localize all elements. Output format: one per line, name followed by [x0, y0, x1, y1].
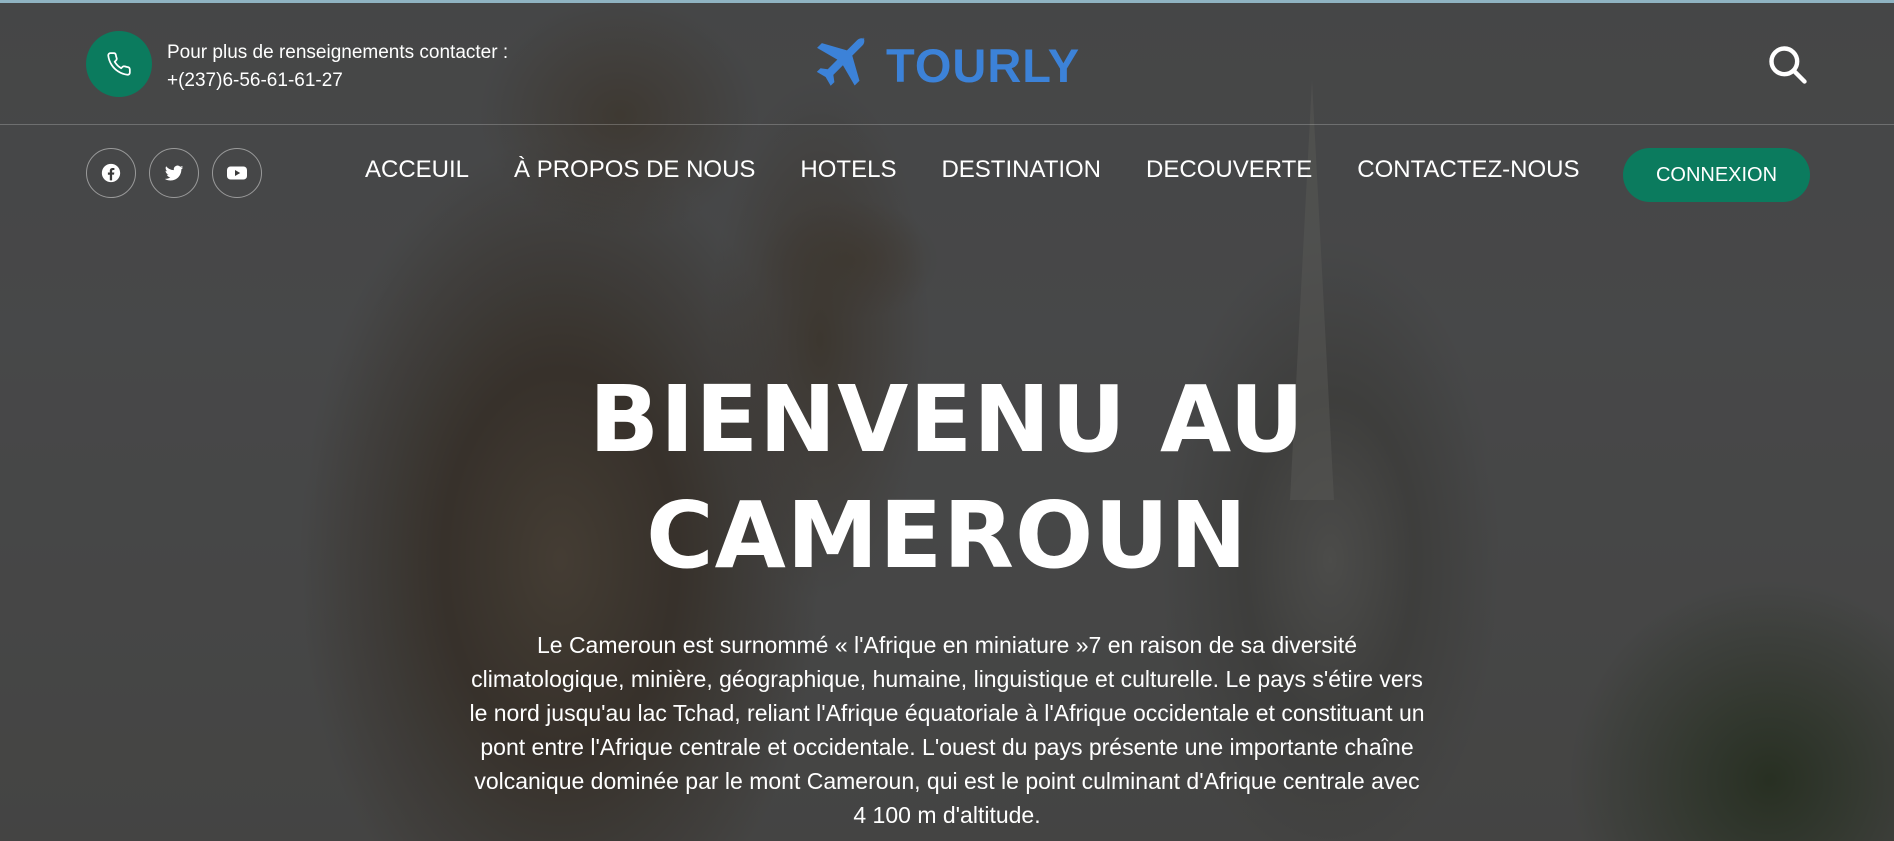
- phone-icon: [107, 52, 131, 76]
- facebook-link[interactable]: [86, 148, 136, 198]
- nav-decouverte[interactable]: DECOUVERTE: [1146, 156, 1312, 184]
- nav-contactez-nous[interactable]: CONTACTEZ-NOUS: [1357, 156, 1579, 184]
- connexion-button[interactable]: CONNEXION: [1623, 148, 1810, 202]
- search-icon: [1769, 46, 1807, 84]
- main-navbar: ACCEUIL À PROPOS DE NOUS HOTELS DESTINAT…: [0, 126, 1894, 222]
- hero-desc-line: Le Cameroun est surnommé « l'Afrique en …: [536, 632, 1358, 658]
- nav-hotels[interactable]: HOTELS: [800, 156, 896, 184]
- youtube-link[interactable]: [212, 148, 262, 198]
- airplane-icon: [816, 37, 866, 86]
- hero-desc-line: pont entre l'Afrique centrale et occiden…: [480, 734, 1414, 760]
- top-header: Pour plus de renseignements contacter : …: [0, 3, 1894, 125]
- contact-label: Pour plus de renseignements contacter :: [167, 42, 509, 63]
- hero-desc-line: volcanique dominée par le mont Cameroun,…: [474, 768, 1420, 794]
- contact-info: Pour plus de renseignements contacter : …: [167, 39, 508, 95]
- hero-title-line-2: CAMEROUN: [646, 482, 1248, 589]
- youtube-icon: [227, 166, 247, 180]
- hero-desc-line: climatologique, minière, géographique, h…: [471, 666, 1423, 692]
- contact-phone[interactable]: +(237)6-56-61-61-27: [167, 67, 508, 95]
- logo-text: TOURLY: [886, 38, 1081, 92]
- hero-desc-line: 4 100 m d'altitude.: [853, 802, 1041, 828]
- hero-title: BIENVENU AU CAMEROUN: [0, 362, 1894, 594]
- hero-desc-line: le nord jusqu'au lac Tchad, reliant l'Af…: [469, 700, 1425, 726]
- nav-destination[interactable]: DESTINATION: [941, 156, 1101, 184]
- facebook-icon: [101, 163, 121, 183]
- nav-accueil[interactable]: ACCEUIL: [365, 156, 469, 184]
- hero-title-line-1: BIENVENU AU: [588, 366, 1306, 473]
- hero-description: Le Cameroun est surnommé « l'Afrique en …: [400, 628, 1494, 832]
- nav-links: ACCEUIL À PROPOS DE NOUS HOTELS DESTINAT…: [365, 156, 1580, 184]
- twitter-icon: [164, 165, 184, 181]
- site-logo[interactable]: TOURLY: [808, 33, 1080, 97]
- phone-button[interactable]: [86, 31, 152, 97]
- nav-a-propos[interactable]: À PROPOS DE NOUS: [514, 156, 755, 184]
- twitter-link[interactable]: [149, 148, 199, 198]
- search-button[interactable]: [1766, 43, 1810, 87]
